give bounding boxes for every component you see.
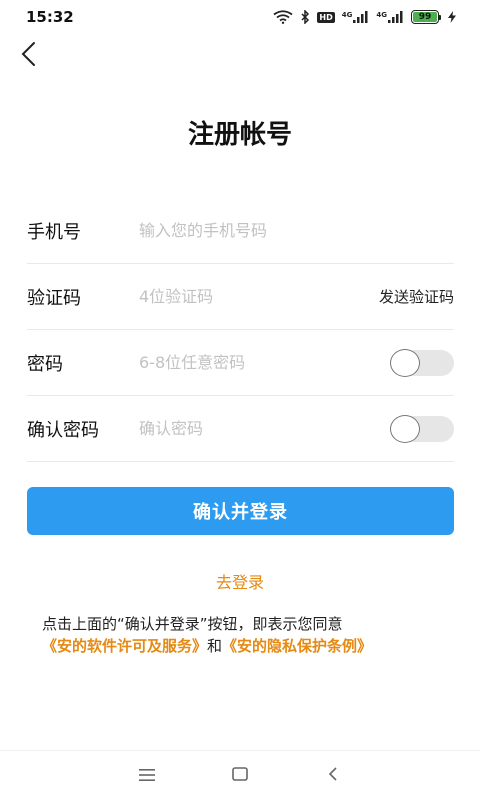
status-time: 15:32 xyxy=(26,8,74,26)
phone-input[interactable] xyxy=(139,221,454,240)
privacy-policy-link[interactable]: 《安的隐私保护条例》 xyxy=(222,637,372,655)
agreement-conjunction: 和 xyxy=(207,637,223,655)
license-agreement-link[interactable]: 《安的软件许可及服务》 xyxy=(42,637,207,655)
confirm-password-label: 确认密码 xyxy=(27,419,99,441)
chevron-left-icon xyxy=(19,41,37,71)
hd-badge: HD xyxy=(317,11,335,23)
password-row: 密码 xyxy=(27,330,454,396)
register-form: 手机号 验证码 发送验证码 密码 确认密码 xyxy=(27,198,454,462)
agreement-prefix: 点击上面的“确认并登录”按钮，即表示您同意 xyxy=(42,615,343,633)
password-input[interactable] xyxy=(139,353,390,372)
password-visibility-toggle[interactable] xyxy=(390,348,454,377)
toggle-knob xyxy=(390,414,420,443)
home-square-icon xyxy=(232,766,248,785)
code-label: 验证码 xyxy=(27,287,81,309)
status-icons: HD 4G 4G 99 xyxy=(273,10,456,24)
signal-icon: 4G xyxy=(342,11,370,23)
battery-level: 99 xyxy=(413,12,437,22)
charging-icon xyxy=(448,11,456,23)
phone-label: 手机号 xyxy=(27,221,81,243)
page-title: 注册帐号 xyxy=(187,120,292,150)
confirm-password-input[interactable] xyxy=(139,419,390,438)
menu-icon xyxy=(138,766,155,785)
menu-button[interactable] xyxy=(123,756,171,796)
code-input[interactable] xyxy=(139,287,379,306)
network-type-label: 4G xyxy=(341,11,353,19)
confirm-login-button[interactable]: 确认并登录 xyxy=(27,487,454,535)
send-code-button[interactable]: 发送验证码 xyxy=(379,286,454,307)
battery-icon: 99 xyxy=(411,10,441,24)
code-row: 验证码 发送验证码 xyxy=(27,264,454,330)
back-button[interactable] xyxy=(8,36,48,76)
status-bar: 15:32 HD 4G 4G 99 xyxy=(0,0,480,34)
confirm-password-row: 确认密码 xyxy=(27,396,454,462)
phone-row: 手机号 xyxy=(27,198,454,264)
wifi-icon xyxy=(273,10,293,24)
back-triangle-icon xyxy=(328,766,338,785)
system-nav-bar xyxy=(0,750,480,800)
agreement-text: 点击上面的“确认并登录”按钮，即表示您同意 《安的软件许可及服务》和《安的隐私保护… xyxy=(42,613,452,657)
confirm-password-visibility-toggle[interactable] xyxy=(390,414,454,443)
bluetooth-icon xyxy=(300,10,310,24)
signal-icon: 4G xyxy=(376,11,404,23)
goto-login-link[interactable]: 去登录 xyxy=(0,569,480,593)
system-back-button[interactable] xyxy=(309,756,357,796)
home-button[interactable] xyxy=(216,756,264,796)
network-type-label: 4G xyxy=(376,11,387,19)
password-label: 密码 xyxy=(27,353,63,375)
toggle-knob xyxy=(390,348,420,377)
